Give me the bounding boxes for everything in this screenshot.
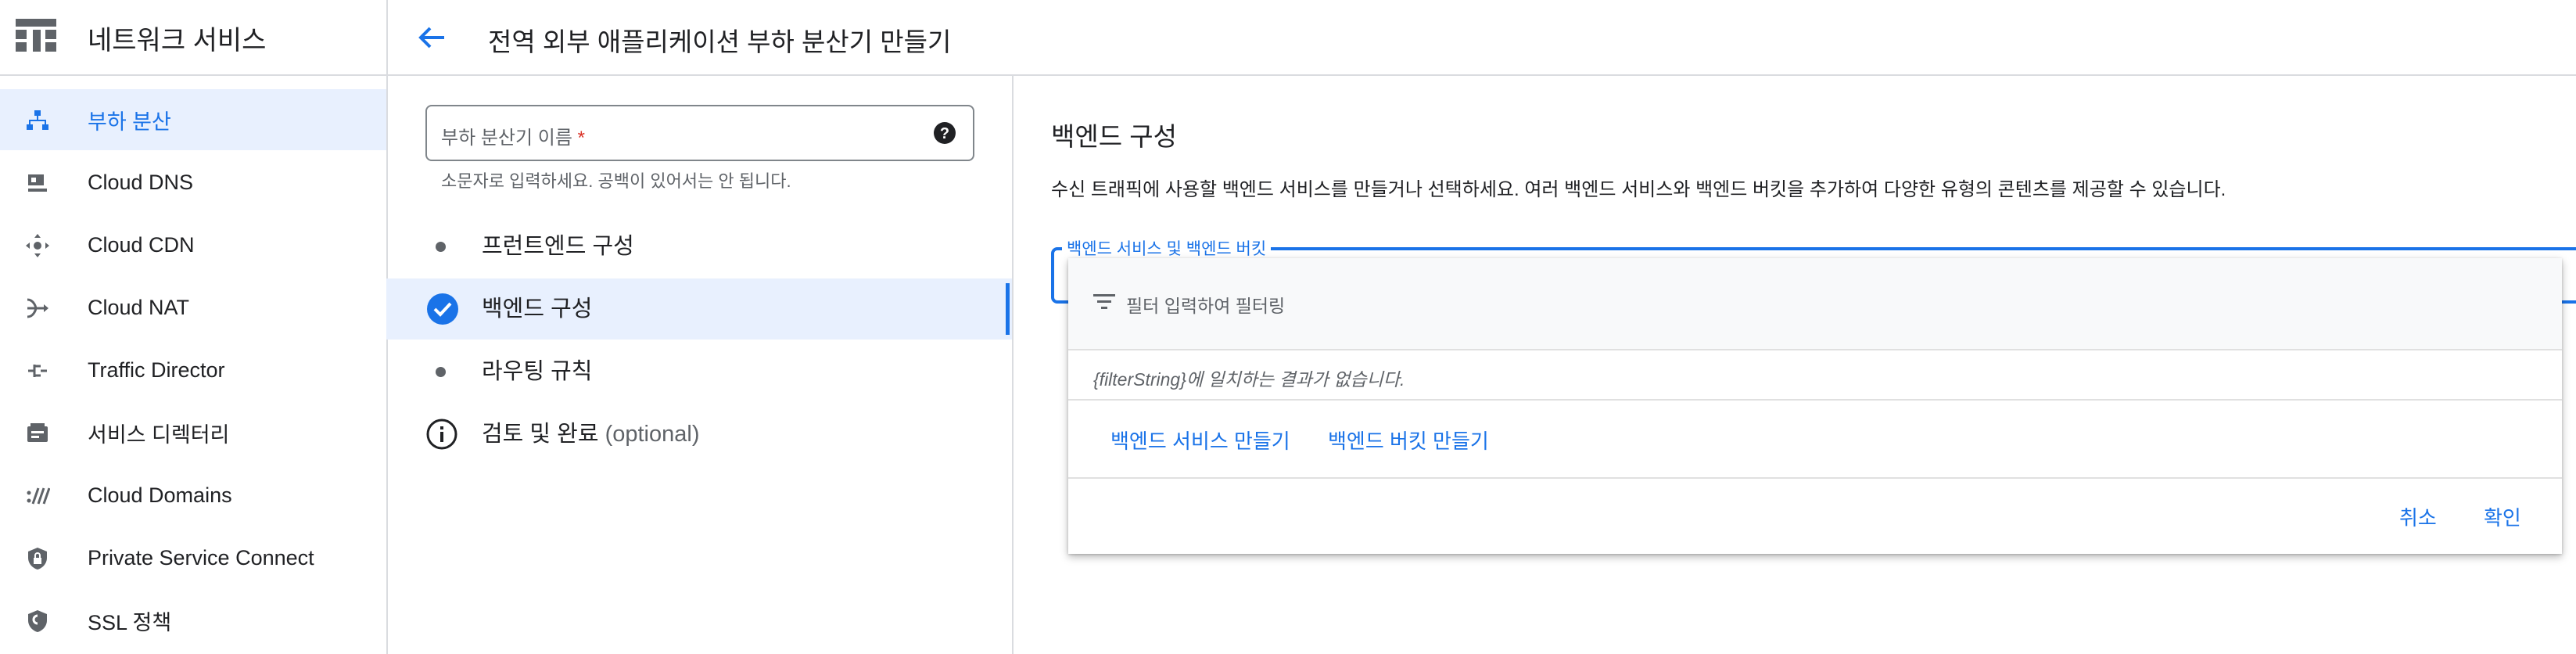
load-balancer-name-field[interactable]: 부하 분산기 이름 * ? (425, 105, 974, 161)
step-label: 백엔드 구성 (482, 296, 593, 322)
dns-icon (23, 169, 52, 197)
step-label: 라우팅 규칙 (482, 359, 593, 384)
create-backend-bucket-button[interactable]: 백엔드 버킷 만들기 (1328, 426, 1489, 455)
filter-input[interactable]: 필터 입력하여 필터링 (1126, 291, 1285, 318)
traffic-director-icon (23, 357, 52, 385)
sidebar-item-label: Cloud CDN (88, 232, 195, 257)
sidebar-item-cloud-dns[interactable]: Cloud DNS (0, 152, 386, 213)
step-frontend-config[interactable]: 프런트엔드 구성 (386, 216, 1012, 277)
filter-icon (1093, 293, 1115, 311)
sidebar-item-label: Cloud NAT (88, 295, 190, 319)
menu-divider (1068, 399, 2562, 401)
step-bullet-icon (436, 367, 446, 377)
ssl-policy-icon (23, 607, 52, 635)
cancel-button[interactable]: 취소 (2399, 502, 2437, 531)
service-directory-icon (23, 419, 52, 447)
step-backend-config[interactable]: 백엔드 구성 (386, 278, 1012, 340)
back-arrow-icon[interactable] (416, 22, 447, 53)
active-step-indicator (1006, 283, 1010, 335)
backend-select-label: 백엔드 서비스 및 백엔드 버킷 (1062, 236, 1272, 260)
step-label: 프런트엔드 구성 (482, 234, 634, 259)
private-service-connect-icon (23, 544, 52, 573)
nat-icon (23, 294, 52, 322)
no-results-message: {filterString}에 일치하는 결과가 없습니다. (1093, 369, 1405, 390)
sidebar-item-label: Cloud Domains (88, 483, 232, 507)
page-title: 전역 외부 애플리케이션 부하 분산기 만들기 (488, 27, 952, 56)
sidebar-item-cloud-cdn[interactable]: Cloud CDN (0, 214, 386, 275)
app-title: 네트워크 서비스 (88, 26, 267, 56)
sidebar-item-label: Private Service Connect (88, 545, 314, 570)
menu-divider (1068, 477, 2562, 479)
domains-icon (23, 482, 52, 510)
required-mark: * (577, 128, 585, 149)
sidebar-item-private-service-connect[interactable]: Private Service Connect (0, 527, 386, 588)
sidebar-item-label: SSL 정책 (88, 610, 172, 634)
step-label: 검토 및 완료 (482, 422, 599, 447)
name-field-label: 부하 분산기 이름 (441, 128, 572, 149)
sidebar-item-service-directory[interactable]: 서비스 디렉터리 (0, 402, 386, 463)
sidebar-item-load-balancing[interactable]: 부하 분산 (0, 89, 386, 150)
sidebar-item-label: 부하 분산 (88, 110, 171, 134)
section-title: 백엔드 구성 (1051, 122, 1177, 151)
sidebar-header-divider (0, 74, 386, 76)
sidebar-item-label: 서비스 디렉터리 (88, 422, 230, 447)
name-field-hint: 소문자로 입력하세요. 공백이 있어서는 안 됩니다. (441, 171, 791, 191)
info-icon (425, 418, 458, 451)
sidebar-item-ssl-policy[interactable]: SSL 정책 (0, 590, 386, 651)
sidebar-item-label: Cloud DNS (88, 170, 194, 194)
network-services-logo-icon (14, 17, 58, 55)
header-divider (388, 74, 2576, 76)
svg-text:?: ? (940, 125, 949, 142)
sidebar-item-traffic-director[interactable]: Traffic Director (0, 340, 386, 401)
sidebar-item-cloud-domains[interactable]: Cloud Domains (0, 465, 386, 526)
backend-dropdown-menu: 필터 입력하여 필터링 {filterString}에 일치하는 결과가 없습니… (1068, 258, 2562, 554)
help-icon[interactable]: ? (932, 120, 957, 146)
filter-bar[interactable]: 필터 입력하여 필터링 (1068, 258, 2562, 350)
confirm-button[interactable]: 확인 (2484, 502, 2521, 531)
step-review-finalize[interactable]: 검토 및 완료 (optional) (386, 404, 1012, 465)
step-routing-rules[interactable]: 라우팅 규칙 (386, 341, 1012, 402)
step-bullet-icon (436, 242, 446, 252)
optional-tag: (optional) (605, 422, 700, 447)
load-balancing-icon (23, 106, 52, 135)
cdn-icon (23, 232, 52, 260)
sidebar-item-label: Traffic Director (88, 358, 225, 382)
create-backend-service-button[interactable]: 백엔드 서비스 만들기 (1110, 426, 1290, 455)
sidebar-item-cloud-nat[interactable]: Cloud NAT (0, 277, 386, 338)
stepper-divider (1012, 75, 1014, 654)
check-circle-icon (427, 293, 458, 325)
section-description: 수신 트래픽에 사용할 백엔드 서비스를 만들거나 선택하세요. 여러 백엔드 … (1051, 179, 2226, 200)
